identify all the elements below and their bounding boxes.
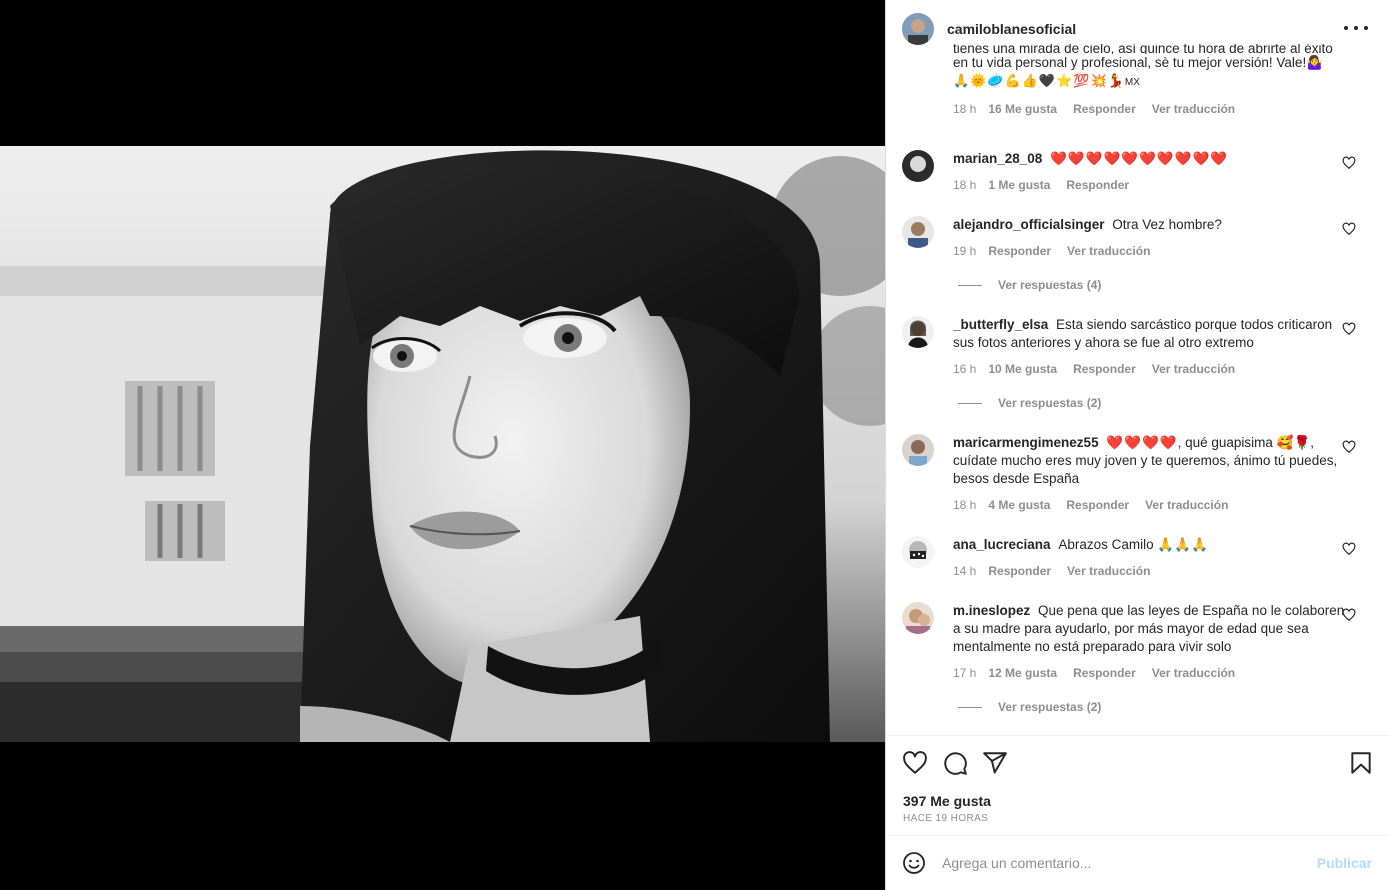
comment-translate-button[interactable]: Ver traducción [1067, 242, 1150, 260]
view-replies-button[interactable]: Ver respuestas (2) [958, 700, 1101, 714]
comment-text: Otra Vez hombre? [1112, 217, 1222, 232]
comment-username[interactable]: marian_28_08 [953, 151, 1046, 166]
more-options-icon[interactable] [1344, 18, 1368, 38]
caption: tienes una mirada de cielo, así quince t… [953, 44, 1348, 118]
comment-time: 14 h [953, 564, 977, 578]
comment-item: marian_28_08 ❤️❤️❤️❤️❤️❤️❤️❤️❤️❤️ 18 h 1… [902, 150, 1374, 194]
share-icon[interactable] [982, 750, 1008, 776]
caption-line-2: en tu vida personal y profesional, sè tu… [953, 55, 1323, 70]
comment-item: _butterfly_elsa Esta siendo sarcástico p… [902, 316, 1374, 378]
caption-line-1: tienes una mirada de cielo, así quince t… [953, 44, 1333, 54]
commenter-avatar[interactable] [902, 150, 934, 182]
comment-icon[interactable] [942, 750, 968, 776]
comment-item: ana_lucreciana Abrazos Camilo 🙏🙏🙏 14 h R… [902, 536, 1374, 580]
comment-username[interactable]: alejandro_officialsinger [953, 217, 1108, 232]
comment-item: m.ineslopez Que pena que las leyes de Es… [902, 602, 1374, 682]
comment-likes[interactable]: 1 Me gusta [988, 176, 1050, 194]
comment-heart-icon[interactable] [1342, 542, 1356, 556]
heart-icon[interactable] [902, 750, 928, 776]
view-replies-button[interactable]: Ver respuestas (2) [958, 396, 1101, 410]
bookmark-icon[interactable] [1348, 750, 1374, 776]
comment-translate-button[interactable]: Ver traducción [1145, 496, 1228, 514]
author-username[interactable]: camiloblanesoficial [947, 21, 1076, 37]
post-media [0, 0, 885, 890]
caption-emoji-suffix: MX [1124, 77, 1140, 88]
comment-likes[interactable]: 10 Me gusta [988, 360, 1057, 378]
caption-reply-button[interactable]: Responder [1073, 100, 1136, 118]
comment-time: 18 h [953, 498, 977, 512]
comment-reply-button[interactable]: Responder [988, 562, 1051, 580]
comment-heart-icon[interactable] [1342, 222, 1356, 236]
author-avatar[interactable] [902, 13, 934, 45]
likes-count[interactable]: 397 Me gusta [903, 793, 991, 809]
comment-username[interactable]: ana_lucreciana [953, 537, 1054, 552]
commenter-avatar[interactable] [902, 536, 934, 568]
publish-button[interactable]: Publicar [1317, 855, 1372, 871]
comment-translate-button[interactable]: Ver traducción [1152, 360, 1235, 378]
caption-time: 18 h [953, 102, 977, 116]
comment-time: 17 h [953, 666, 977, 680]
portrait-image [0, 146, 885, 742]
post-time-ago: HACE 19 HORAS [903, 813, 989, 824]
comments-list[interactable]: tienes una mirada de cielo, así quince t… [886, 44, 1389, 734]
comment-text: Abrazos Camilo 🙏🙏🙏 [1058, 537, 1208, 552]
comment-username[interactable]: _butterfly_elsa [953, 317, 1052, 332]
comment-item: alejandro_officialsinger Otra Vez hombre… [902, 216, 1374, 260]
caption-likes[interactable]: 16 Me gusta [988, 100, 1057, 118]
comment-composer: Publicar [886, 835, 1389, 890]
comment-reply-button[interactable]: Responder [1073, 360, 1136, 378]
post-photo[interactable] [0, 146, 885, 742]
commenter-avatar[interactable] [902, 316, 934, 348]
comment-reply-button[interactable]: Responder [1073, 664, 1136, 682]
comment-username[interactable]: m.ineslopez [953, 603, 1034, 618]
caption-emojis: 🙏🌞🥏💪👍🖤⭐💯💥💃MX [953, 73, 1140, 88]
comment-heart-icon[interactable] [1342, 440, 1356, 454]
comment-item: maricarmengimenez55 ❤️❤️❤️❤️, qué guapis… [902, 434, 1374, 514]
comment-time: 16 h [953, 362, 977, 376]
post-actions: 397 Me gusta HACE 19 HORAS [886, 735, 1389, 835]
commenter-avatar[interactable] [902, 216, 934, 248]
comment-hearts: ❤️❤️❤️❤️❤️❤️❤️❤️❤️❤️ [1050, 151, 1229, 166]
comment-heart-icon[interactable] [1342, 322, 1356, 336]
commenter-avatar[interactable] [902, 434, 934, 466]
comment-likes[interactable]: 4 Me gusta [988, 496, 1050, 514]
comment-translate-button[interactable]: Ver traducción [1067, 562, 1150, 580]
commenter-avatar[interactable] [902, 602, 934, 634]
comment-likes[interactable]: 12 Me gusta [988, 664, 1057, 682]
emoji-icon[interactable] [902, 851, 926, 875]
caption-translate-button[interactable]: Ver traducción [1152, 100, 1235, 118]
post-side-panel: camiloblanesoficial tienes una mirada de… [885, 0, 1389, 890]
comment-heart-icon[interactable] [1342, 156, 1356, 170]
comment-input[interactable] [942, 855, 1317, 871]
caption-meta: 18 h 16 Me gusta Responder Ver traducció… [953, 100, 1348, 118]
comment-heart-icon[interactable] [1342, 608, 1356, 622]
comment-time: 19 h [953, 244, 977, 258]
comment-time: 18 h [953, 178, 977, 192]
comment-hearts: ❤️❤️❤️❤️ [1106, 435, 1178, 450]
comment-reply-button[interactable]: Responder [1066, 176, 1129, 194]
comment-reply-button[interactable]: Responder [988, 242, 1051, 260]
comment-translate-button[interactable]: Ver traducción [1152, 664, 1235, 682]
view-replies-button[interactable]: Ver respuestas (4) [958, 278, 1101, 292]
comment-username[interactable]: maricarmengimenez55 [953, 435, 1102, 450]
comment-reply-button[interactable]: Responder [1066, 496, 1129, 514]
